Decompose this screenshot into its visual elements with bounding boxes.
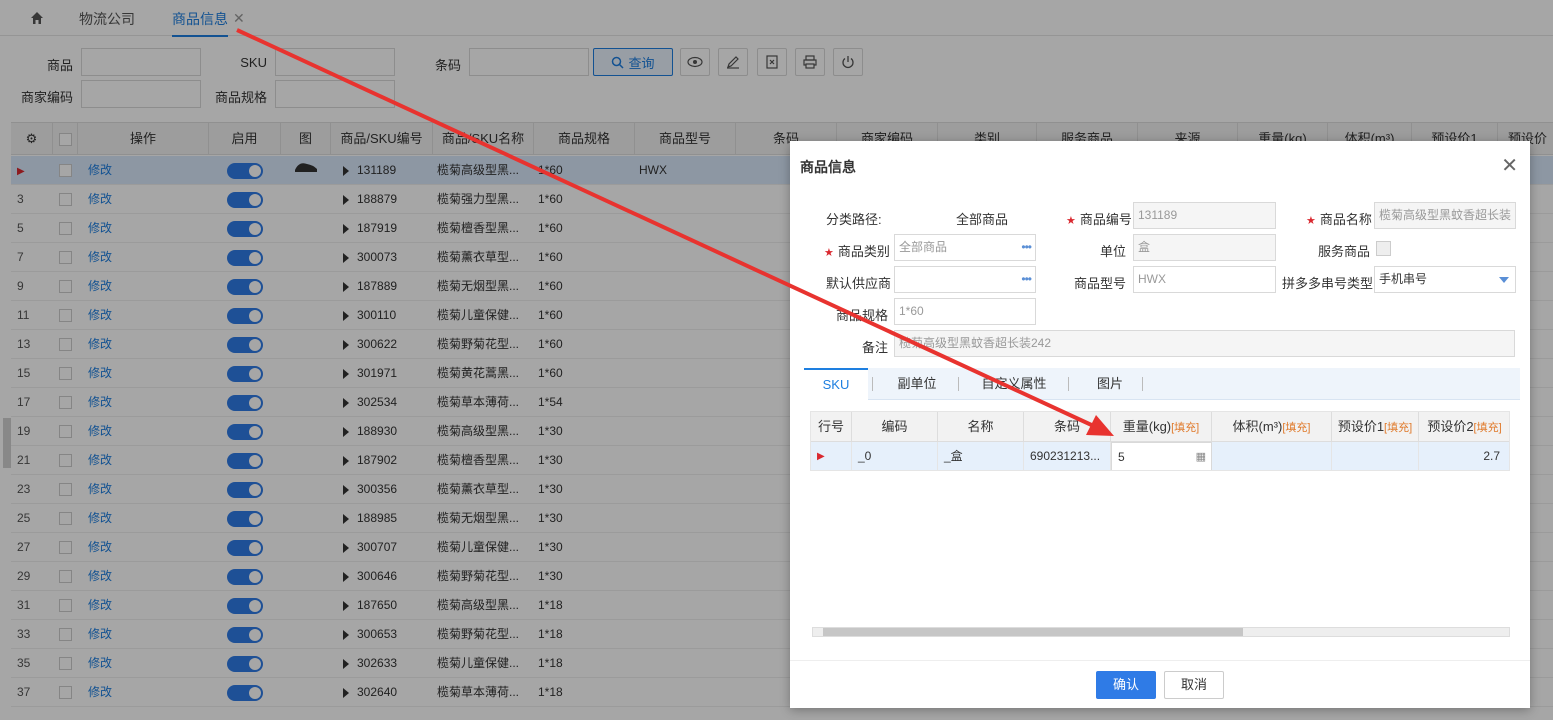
remark-field[interactable]: 榄菊高级型黑蚊香超长装242 — [894, 330, 1515, 357]
side-collapse-handle[interactable] — [3, 418, 11, 468]
row-indicator-icon: ▶ — [811, 442, 852, 470]
product-info-dialog: 商品信息 ✕ 分类路径: 全部商品 ★ 商品编号 131189 ★ 商品名称 榄菊高… — [790, 141, 1530, 708]
unit-field[interactable]: 盒 — [1133, 234, 1276, 261]
sku-header-code: 编码 — [852, 412, 938, 442]
horizontal-scrollbar[interactable] — [812, 627, 1510, 637]
fill-price2[interactable]: [填充] — [1474, 422, 1502, 434]
dialog-title: 商品信息 — [800, 159, 856, 175]
fill-volume[interactable]: [填充] — [1282, 422, 1310, 434]
remark-label: 备注 — [862, 340, 889, 355]
sku-volume-cell[interactable] — [1212, 442, 1332, 470]
sku-grid: 行号 编码 名称 条码 重量(kg)[填充] 体积(m³)[填充] 预设价1[填… — [810, 411, 1510, 471]
spec-label: 商品规格 — [836, 308, 889, 323]
category-label: ★ 商品类别 — [824, 244, 890, 259]
cancel-button[interactable]: 取消 — [1164, 671, 1224, 699]
sku-weight-input[interactable]: 5 ▦ — [1111, 442, 1212, 470]
sku-price2-cell[interactable]: 2.7 — [1419, 442, 1509, 470]
confirm-button[interactable]: 确认 — [1096, 671, 1156, 699]
supplier-label: 默认供应商 — [826, 276, 892, 291]
tab-custom-attrs[interactable]: 自定义属性 — [968, 368, 1060, 400]
sku-header-barcode: 条码 — [1024, 412, 1111, 442]
service-label: 服务商品 — [1318, 244, 1371, 259]
sku-header-weight: 重量(kg)[填充] — [1111, 412, 1212, 442]
tab-images[interactable]: 图片 — [1078, 368, 1142, 400]
pdd-select[interactable]: 手机串号 — [1374, 266, 1516, 293]
tab-sku[interactable]: SKU — [804, 368, 868, 400]
unit-label: 单位 — [1100, 244, 1127, 259]
category-path-label: 分类路径: — [826, 212, 882, 227]
spec-field[interactable]: 1*60 — [894, 298, 1036, 325]
calculator-icon[interactable]: ▦ — [1196, 443, 1206, 470]
model-label: 商品型号 — [1074, 276, 1127, 291]
more-icon[interactable]: ••• — [1021, 235, 1032, 260]
sku-header-volume: 体积(m³)[填充] — [1212, 412, 1332, 442]
close-icon[interactable]: ✕ — [1501, 153, 1518, 178]
fill-price1[interactable]: [填充] — [1384, 422, 1412, 434]
name-label: ★ 商品名称 — [1306, 212, 1372, 227]
tab-sub-unit[interactable]: 副单位 — [882, 368, 952, 400]
dialog-footer: 确认 取消 — [790, 660, 1530, 708]
model-field[interactable]: HWX — [1133, 266, 1276, 293]
category-path-value: 全部商品 — [956, 212, 1009, 227]
sku-header-price1: 预设价1[填充] — [1332, 412, 1419, 442]
chevron-down-icon — [1499, 277, 1509, 283]
fill-weight[interactable]: [填充] — [1171, 422, 1199, 434]
name-field[interactable]: 榄菊高级型黑蚊香超长装 — [1374, 202, 1516, 229]
sku-header-row: 行号 — [811, 412, 852, 442]
sku-code-cell[interactable]: _0 — [852, 442, 938, 470]
sku-barcode-cell[interactable]: 690231213... — [1024, 442, 1111, 470]
sku-header-name: 名称 — [938, 412, 1024, 442]
sku-header-price2: 预设价2[填充] — [1419, 412, 1509, 442]
more-icon[interactable]: ••• — [1021, 267, 1032, 292]
category-field[interactable]: 全部商品 ••• — [894, 234, 1036, 261]
sku-name-cell[interactable]: _盒 — [938, 442, 1024, 470]
dialog-tabs: SKU 副单位 自定义属性 图片 — [804, 368, 1520, 400]
code-label: ★ 商品编号 — [1066, 212, 1132, 227]
supplier-field[interactable]: ••• — [894, 266, 1036, 293]
pdd-label: 拼多多串号类型 — [1282, 276, 1374, 291]
service-checkbox[interactable] — [1376, 241, 1391, 256]
sku-price1-cell[interactable] — [1332, 442, 1419, 470]
code-field[interactable]: 131189 — [1133, 202, 1276, 229]
